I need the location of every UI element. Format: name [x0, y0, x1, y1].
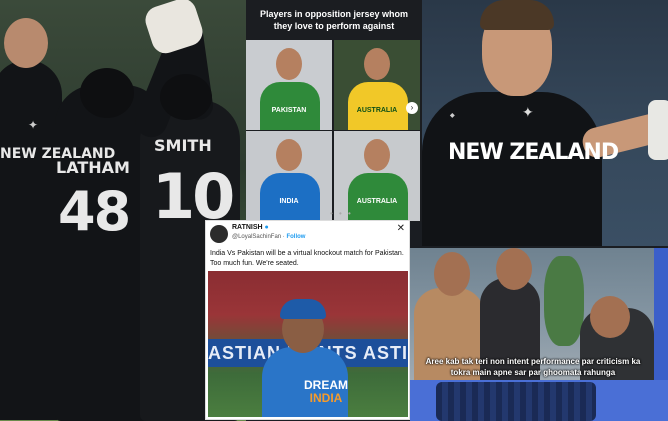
sponsor-logo: ◆ — [450, 113, 455, 119]
jersey-label: INDIA — [279, 198, 299, 205]
collage: ✦ NEW ZEALAND LATHAM 48 SMITH 10 Players… — [0, 0, 668, 421]
tweet-handle: @LoyalSachinFan · Follow — [232, 234, 305, 240]
player-jersey — [348, 82, 408, 130]
player-jersey — [260, 82, 320, 130]
player-cap — [80, 68, 134, 118]
avatar[interactable] — [210, 225, 228, 243]
player-head — [4, 18, 48, 68]
tweet-display-name[interactable]: RATNISH ● — [232, 224, 269, 231]
verified-badge-icon: ● — [264, 224, 269, 231]
player-jersey — [260, 173, 320, 221]
player-body — [422, 92, 602, 246]
handle-text[interactable]: @LoyalSachinFan — [232, 234, 281, 240]
player-left — [0, 60, 62, 420]
opposition-jersey-poster[interactable]: Players in opposition jersey whom they l… — [246, 0, 422, 222]
tweet-image[interactable]: ASTIAN PAINTS ASTI DREAM INDIA — [208, 271, 408, 417]
player-cap — [280, 299, 326, 319]
background-strip — [410, 380, 668, 421]
meme-image: Aree kab tak teri non intent performance… — [410, 248, 654, 380]
player-face — [364, 139, 390, 171]
person-head — [434, 252, 470, 296]
plant — [544, 256, 584, 346]
player-face — [276, 48, 302, 80]
tweet-card[interactable]: RATNISH ● @LoyalSachinFan · Follow ✕ Ind… — [205, 220, 410, 420]
jersey-sponsor-text: DREAM INDIA — [304, 379, 348, 405]
player-head — [160, 74, 212, 120]
nz-batter-photo: ✦ ◆ NEW ZEALAND — [422, 0, 668, 246]
poster-cell: AUSTRALIA — [334, 131, 420, 221]
poster-cell: PAKISTAN — [246, 40, 332, 130]
meme-caption: Aree kab tak teri non intent performance… — [425, 357, 641, 377]
jersey-sponsor-line2: INDIA — [309, 391, 343, 405]
player-hair — [480, 0, 554, 30]
carousel-dots[interactable]: • • • — [330, 209, 353, 218]
jersey-name-smith: SMITH — [154, 136, 212, 155]
batting-pads — [436, 382, 596, 421]
tweet-text: India Vs Pakistan will be a virtual knoc… — [210, 250, 404, 267]
display-name-text: RATNISH — [232, 224, 263, 231]
poster-title: Players in opposition jersey whom they l… — [259, 9, 409, 31]
chevron-right-icon[interactable]: › — [406, 102, 418, 114]
jersey-name-latham: LATHAM — [56, 158, 130, 177]
fern-logo-icon: ✦ — [28, 118, 39, 132]
jersey-label: AUSTRALIA — [356, 198, 398, 205]
person-head — [590, 296, 630, 338]
fern-logo-icon: ✦ — [522, 104, 534, 120]
player-face — [276, 139, 302, 171]
close-icon[interactable]: ✕ — [397, 223, 405, 234]
separator-dot: · — [282, 234, 285, 240]
batting-glove — [648, 100, 668, 160]
jersey-sponsor-line1: DREAM — [304, 378, 348, 392]
player-face — [364, 48, 390, 80]
background-strip — [654, 248, 668, 380]
poster-cell: INDIA — [246, 131, 332, 221]
follow-button[interactable]: Follow — [286, 234, 305, 240]
person-head — [496, 248, 532, 290]
jersey-label: PAKISTAN — [271, 107, 307, 114]
player-jersey — [348, 173, 408, 221]
jersey-number-48: 48 — [58, 180, 131, 243]
poster-cell: AUSTRALIA — [334, 40, 420, 130]
jersey-country-text: NEW ZEALAND — [448, 140, 619, 165]
